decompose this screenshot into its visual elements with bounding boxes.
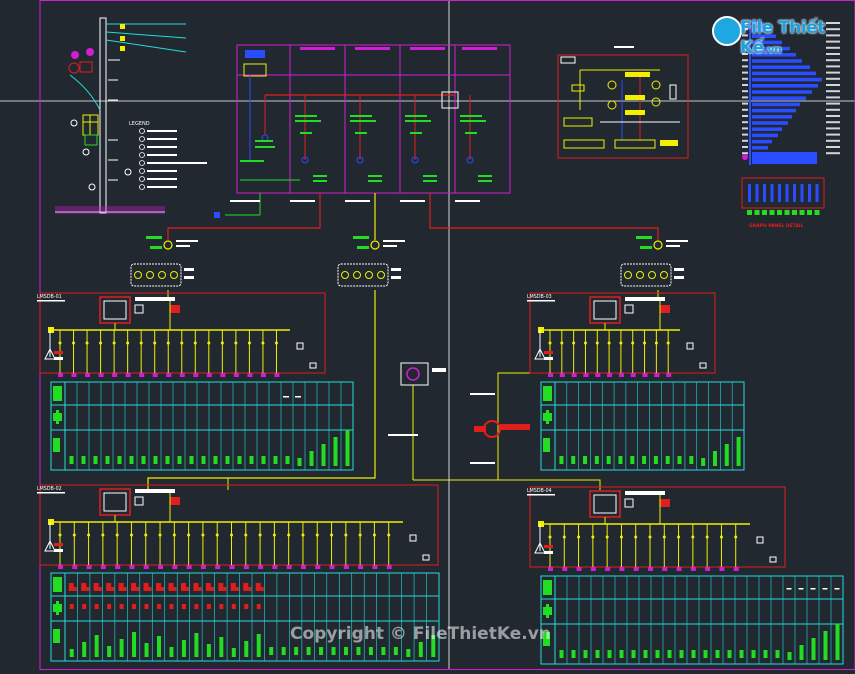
logo-tld: .vn bbox=[763, 43, 782, 56]
copyright-watermark: Copyright © FileThietKe.vn bbox=[290, 624, 551, 644]
logo-badge-icon bbox=[712, 16, 742, 46]
cad-drawing-viewport[interactable]: LEGEND GRAPH PANEL DETAIL LMSDB-01 LMSDB… bbox=[0, 0, 855, 670]
electrical-single-line-diagram: LEGEND GRAPH PANEL DETAIL LMSDB-01LMSDB-… bbox=[0, 0, 855, 670]
board-label-panel-1: LMSDB-01 bbox=[37, 294, 62, 300]
logo-brand: File Thiết Kế bbox=[740, 18, 825, 58]
board-label-panel-2: LMSDB-02 bbox=[37, 486, 62, 492]
board-label-panel-4: LMSDB-04 bbox=[527, 488, 552, 494]
legend-title: LEGEND bbox=[129, 121, 150, 127]
graph-panel-title: GRAPH PANEL DETAIL bbox=[749, 223, 804, 229]
board-label-panel-3: LMSDB-03 bbox=[527, 294, 552, 300]
site-logo[interactable]: File Thiết Kế.vn bbox=[712, 12, 852, 58]
